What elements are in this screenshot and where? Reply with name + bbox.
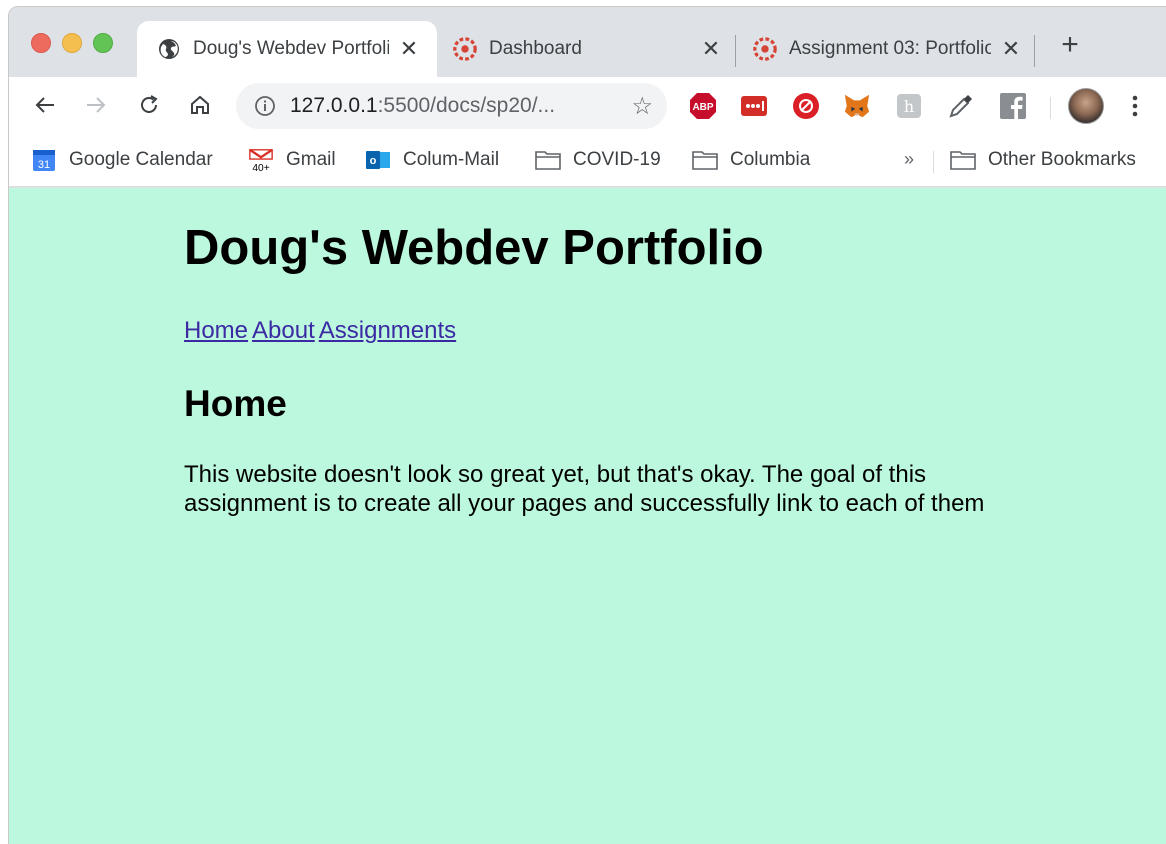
creative-cloud-icon[interactable] (792, 92, 820, 120)
folder-icon (692, 148, 718, 172)
metamask-icon[interactable] (843, 92, 871, 120)
close-window-button[interactable] (31, 33, 51, 53)
bookmark-colum-mail[interactable]: o Colum-Mail (365, 147, 499, 173)
bookmark-covid-19[interactable]: COVID-19 (535, 147, 661, 173)
adblock-label: ABP (692, 102, 713, 113)
page-content: Doug's Webdev Portfolio Home About Assignm… (184, 218, 1004, 518)
section-title: Home (184, 383, 287, 424)
bookmark-label: Gmail (286, 149, 336, 170)
bookmark-label: Columbia (730, 149, 811, 170)
other-bookmarks-folder[interactable]: Other Bookmarks (950, 147, 1136, 173)
bookmark-label: Google Calendar (69, 149, 213, 170)
bookmark-columbia[interactable]: Columbia (692, 147, 810, 173)
toolbar: 127.0.0.1:5500/docs/sp20/... ☆ ABP h (9, 77, 1166, 133)
bookmarks-bar: 31 Google Calendar 40+ Gmail o Colum-Mai… (9, 133, 1166, 187)
nav-link-assignments[interactable]: Assignments (319, 317, 456, 344)
lastpass-icon[interactable] (740, 92, 768, 120)
folder-icon (535, 148, 561, 172)
tab-divider (1034, 35, 1035, 67)
svg-text:o: o (370, 155, 377, 167)
svg-text:h: h (904, 97, 914, 116)
close-tab-icon[interactable]: ✕ (397, 37, 421, 61)
maximize-window-button[interactable] (93, 33, 113, 53)
tab-title: Assignment 03: Portfolio (789, 38, 991, 59)
page-title: Doug's Webdev Portfolio (184, 221, 764, 275)
eyedropper-icon[interactable] (947, 92, 975, 120)
canvas-icon (453, 37, 477, 61)
svg-text:31: 31 (38, 159, 50, 171)
profile-avatar[interactable] (1068, 88, 1104, 124)
bookmark-label: Other Bookmarks (988, 149, 1136, 170)
tab-dashboard[interactable]: Dashboard ✕ (449, 21, 729, 77)
address-bar[interactable]: 127.0.0.1:5500/docs/sp20/... ☆ (236, 83, 667, 129)
outlook-icon: o (365, 148, 391, 172)
tab-strip: Doug's Webdev Portfolio ✕ Dashboard ✕ As… (9, 7, 1166, 77)
forward-arrow-icon (87, 97, 106, 113)
tab-portfolio[interactable]: Doug's Webdev Portfolio ✕ (137, 21, 437, 77)
adblock-plus-icon[interactable]: ABP (689, 92, 717, 120)
google-calendar-icon: 31 (31, 148, 57, 172)
chrome-menu-icon[interactable] (1123, 91, 1147, 121)
url-path: :5500/docs/sp20/... (377, 94, 556, 117)
close-tab-icon[interactable]: ✕ (999, 37, 1023, 61)
new-tab-button[interactable]: + (1057, 30, 1083, 60)
tab-title: Doug's Webdev Portfolio (193, 38, 389, 59)
facebook-icon[interactable] (999, 92, 1027, 120)
nav-link-home[interactable]: Home (184, 317, 248, 344)
home-icon (191, 95, 209, 114)
tab-assignment[interactable]: Assignment 03: Portfolio ✕ (749, 21, 1029, 77)
bookmark-gmail[interactable]: 40+ Gmail (248, 147, 336, 173)
minimize-window-button[interactable] (62, 33, 82, 53)
site-nav: Home About Assignments (184, 316, 1004, 346)
bookmark-star-icon[interactable]: ☆ (631, 92, 653, 121)
url-text: 127.0.0.1:5500/docs/sp20/... (290, 94, 555, 118)
reload-icon (141, 95, 158, 113)
globe-icon (157, 37, 181, 61)
page-viewport: Doug's Webdev Portfolio Home About Assignm… (9, 188, 1166, 844)
gmail-icon: 40+ (248, 148, 274, 173)
bookmark-label: Colum-Mail (403, 149, 500, 170)
body-text: This website doesn't look so great yet, … (184, 461, 985, 517)
honey-icon[interactable]: h (895, 92, 923, 120)
back-arrow-icon (35, 97, 54, 113)
tab-divider (735, 35, 736, 67)
back-button[interactable] (31, 91, 59, 119)
folder-icon (950, 148, 976, 172)
home-button[interactable] (186, 91, 214, 119)
svg-text:40+: 40+ (252, 163, 269, 173)
close-tab-icon[interactable]: ✕ (699, 37, 723, 61)
bookmarks-divider (933, 151, 934, 173)
canvas-icon (753, 37, 777, 61)
bookmark-google-calendar[interactable]: 31 Google Calendar (31, 147, 213, 173)
site-info-icon[interactable] (253, 94, 277, 118)
reload-button[interactable] (135, 91, 163, 119)
nav-link-about[interactable]: About (252, 317, 315, 344)
bookmark-label: COVID-19 (573, 149, 661, 170)
tab-title: Dashboard (489, 38, 582, 59)
forward-button[interactable] (82, 91, 110, 119)
browser-window: Doug's Webdev Portfolio ✕ Dashboard ✕ As… (8, 6, 1166, 844)
url-host: 127.0.0.1 (290, 94, 378, 117)
toolbar-divider (1050, 97, 1051, 119)
more-bookmarks-button[interactable]: » (904, 149, 914, 170)
